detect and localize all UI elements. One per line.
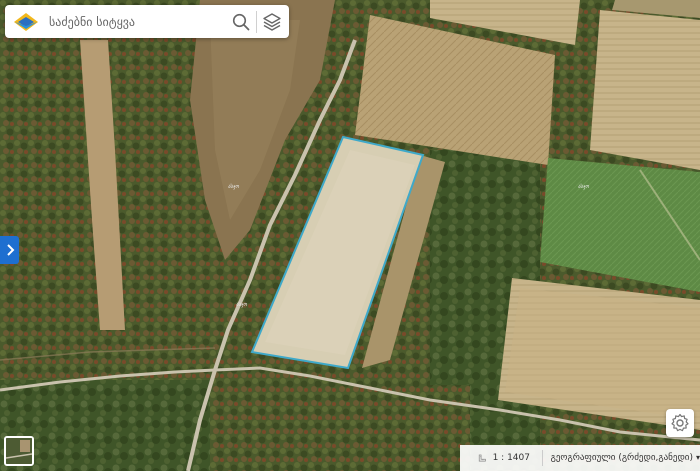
basemap-thumbnail — [6, 438, 32, 464]
layers-button[interactable] — [259, 9, 285, 35]
divider — [256, 10, 257, 33]
status-bar: 1 : 1407 გეოგრაფიული (გრძედი,განედი) ▾ — [460, 445, 700, 471]
projection-label: გეოგრაფიული (გრძედი,განედი) — [550, 453, 693, 463]
logo-icon — [14, 12, 38, 31]
search-button[interactable] — [228, 9, 254, 35]
parcel-label: ასჯო — [236, 301, 247, 308]
scale-readout: 1 : 1407 — [492, 453, 530, 463]
parcel-label: ასჯო — [228, 183, 239, 190]
settings-button[interactable] — [666, 409, 694, 437]
basemap-switcher[interactable] — [4, 436, 34, 466]
search-icon — [232, 13, 250, 30]
layers-icon — [263, 12, 281, 31]
chevron-down-icon: ▾ — [695, 453, 700, 462]
divider — [541, 450, 543, 466]
search-bar: საძებნი სიტყვა — [5, 5, 289, 38]
ruler-icon[interactable] — [478, 451, 487, 465]
search-input[interactable]: საძებნი სიტყვა — [49, 15, 228, 29]
projection-select[interactable]: გეოგრაფიული (გრძედი,განედი) ▾ — [551, 453, 700, 463]
chevron-right-icon — [6, 244, 14, 256]
parcel-label: ასჯო — [578, 183, 589, 190]
panel-toggle-button[interactable] — [0, 236, 19, 264]
satellite-map[interactable]: ასჯო ასჯო ასჯო — [0, 0, 700, 471]
gear-icon — [671, 413, 689, 432]
